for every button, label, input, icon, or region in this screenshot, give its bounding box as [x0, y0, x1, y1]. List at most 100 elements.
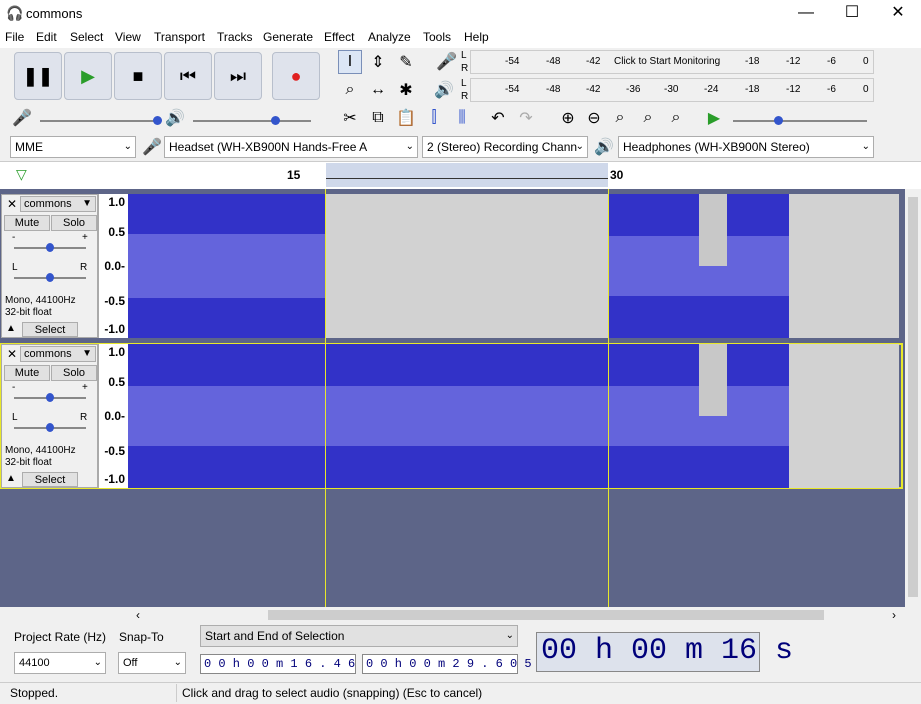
gain-thumb[interactable] [46, 243, 54, 252]
vertical-scroll-thumb[interactable] [908, 197, 918, 597]
collapse-track-icon[interactable]: ▲ [6, 473, 16, 484]
zoom-out-button[interactable]: ⊖ [582, 106, 606, 130]
select-track-button[interactable]: Select [22, 322, 78, 337]
timeline-selection [326, 163, 608, 187]
skip-start-button[interactable]: ⏮ [164, 52, 212, 100]
playback-device-select[interactable]: Headphones (WH-XB900N Stereo) ⌄ [618, 136, 874, 158]
play-speed-slider[interactable] [733, 120, 867, 122]
audio-position-time[interactable]: 00 h 00 m 16 s [536, 632, 793, 672]
zoom-toggle-button[interactable]: ⌕ [664, 106, 688, 130]
envelope-tool-button[interactable]: ⇕ [366, 50, 390, 74]
playback-meter[interactable]: -54 -48 -42 -36 -30 -24 -18 -12 -6 0 [470, 78, 874, 102]
solo-button[interactable]: Solo [51, 365, 97, 381]
trim-button[interactable]: ⫿ [422, 106, 446, 130]
skip-end-button[interactable]: ⏭ [214, 52, 262, 100]
zoom-in-button[interactable]: ⊕ [556, 106, 580, 130]
record-meter-mic-icon[interactable]: 🎤 [436, 52, 457, 72]
zoom-tool-button[interactable]: ⌕ [338, 78, 362, 102]
snap-to-select[interactable]: Off ⌄ [118, 652, 186, 674]
recording-device-select[interactable]: Headset (WH-XB900N Hands-Free A ⌄ [164, 136, 418, 158]
minimize-button[interactable]: — [783, 0, 829, 28]
scroll-left-icon[interactable]: ‹ [136, 608, 140, 622]
record-meter[interactable]: -54 -48 -42 Click to Start Monitoring -1… [470, 50, 874, 74]
mute-button[interactable]: Mute [4, 215, 50, 231]
gain-thumb[interactable] [46, 393, 54, 402]
track-name-menu[interactable]: commons ▼ [20, 196, 96, 212]
output-volume-thumb[interactable] [271, 116, 280, 125]
play-button[interactable]: ▶ [64, 52, 112, 100]
play-at-speed-button[interactable]: ▶ [702, 106, 726, 130]
pause-button[interactable]: ❚❚ [14, 52, 62, 100]
undo-icon: ↶ [491, 110, 505, 127]
close-button[interactable]: ✕ [875, 0, 921, 28]
menu-generate[interactable]: Generate [263, 30, 313, 44]
menu-help[interactable]: Help [464, 30, 489, 44]
waveform-track-1[interactable] [128, 194, 899, 338]
stop-button[interactable]: ■ [114, 52, 162, 100]
mute-button[interactable]: Mute [4, 365, 50, 381]
selection-mode-select[interactable]: Start and End of Selection ⌄ [200, 625, 518, 647]
meter-tick: -48 [546, 84, 561, 95]
silence-button[interactable]: ⫼ [450, 106, 474, 130]
amplitude-scale[interactable]: 1.0 0.5 0.0- -0.5 -1.0 [98, 344, 128, 488]
vertical-scrollbar[interactable] [905, 189, 921, 607]
snap-to-label: Snap-To [119, 630, 164, 644]
collapse-track-icon[interactable]: ▲ [6, 323, 16, 334]
menu-analyze[interactable]: Analyze [368, 30, 411, 44]
playback-meter-speaker-icon[interactable]: 🔊 [434, 80, 454, 100]
audio-host-select[interactable]: MME ⌄ [10, 136, 136, 158]
amplitude-scale[interactable]: 1.0 0.5 0.0- -0.5 -1.0 [98, 194, 128, 338]
output-volume-slider[interactable] [193, 120, 311, 122]
timeshift-tool-button[interactable]: ↔ [366, 78, 390, 102]
selection-tool-button[interactable]: I [338, 50, 362, 74]
menu-view[interactable]: View [115, 30, 141, 44]
project-rate-select[interactable]: 44100 ⌄ [14, 652, 106, 674]
track-control-panel[interactable]: ✕ commons ▼ Mute Solo - + L R Mono, 44100… [1, 344, 98, 488]
select-track-button[interactable]: Select [22, 472, 78, 487]
pan-thumb[interactable] [46, 423, 54, 432]
menu-transport[interactable]: Transport [154, 30, 205, 44]
scroll-right-icon[interactable]: › [892, 608, 896, 622]
close-track-icon[interactable]: ✕ [7, 347, 17, 361]
multi-tool-button[interactable]: ✱ [394, 78, 418, 102]
close-track-icon[interactable]: ✕ [7, 197, 17, 211]
play-icon: ▶ [81, 65, 95, 86]
input-volume-slider[interactable] [40, 120, 158, 122]
pause-icon: ❚❚ [22, 65, 54, 86]
maximize-button[interactable]: ☐ [829, 0, 875, 28]
horizontal-scroll-thumb[interactable] [268, 610, 824, 620]
start-monitoring-label[interactable]: Click to Start Monitoring [614, 56, 720, 67]
paste-button[interactable]: 📋 [394, 106, 418, 130]
redo-button[interactable]: ↷ [514, 106, 538, 130]
input-volume-thumb[interactable] [153, 116, 162, 125]
status-message: Click and drag to select audio (snapping… [182, 686, 483, 700]
copy-button[interactable]: ⧉ [366, 106, 390, 130]
play-speed-thumb[interactable] [774, 116, 783, 125]
menu-tools[interactable]: Tools [423, 30, 451, 44]
scale-label: 0.0- [104, 409, 125, 423]
track-control-panel[interactable]: ✕ commons ▼ Mute Solo - + L R Mono, 44100… [1, 194, 98, 338]
draw-tool-button[interactable]: ✎ [394, 50, 418, 74]
selection-start-line [325, 189, 326, 607]
solo-button[interactable]: Solo [51, 215, 97, 231]
recording-channels-select[interactable]: 2 (Stereo) Recording Chann ⌄ [422, 136, 588, 158]
menu-file[interactable]: File [5, 30, 24, 44]
scale-label: 1.0 [108, 345, 125, 359]
menu-effect[interactable]: Effect [324, 30, 354, 44]
fit-project-button[interactable]: ⌕ [636, 106, 660, 130]
menu-select[interactable]: Select [70, 30, 103, 44]
selection-start-time[interactable]: 0 0 h 0 0 m 1 6 . 4 6 3 s [200, 654, 384, 674]
track-name-menu[interactable]: commons ▼ [20, 346, 96, 362]
meter-r-label: R [461, 91, 469, 102]
menu-edit[interactable]: Edit [36, 30, 57, 44]
horizontal-scrollbar[interactable]: ‹ › [128, 607, 905, 623]
pan-thumb[interactable] [46, 273, 54, 282]
menu-tracks[interactable]: Tracks [217, 30, 253, 44]
record-button[interactable]: ● [272, 52, 320, 100]
cut-button[interactable]: ✂ [338, 106, 362, 130]
undo-button[interactable]: ↶ [486, 106, 510, 130]
timeline-options-icon[interactable]: ▽ [16, 166, 27, 183]
selection-end-time[interactable]: 0 0 h 0 0 m 2 9 . 6 0 5 s [362, 654, 546, 674]
waveform-track-2[interactable] [128, 344, 899, 488]
fit-selection-button[interactable]: ⌕ [608, 106, 632, 130]
